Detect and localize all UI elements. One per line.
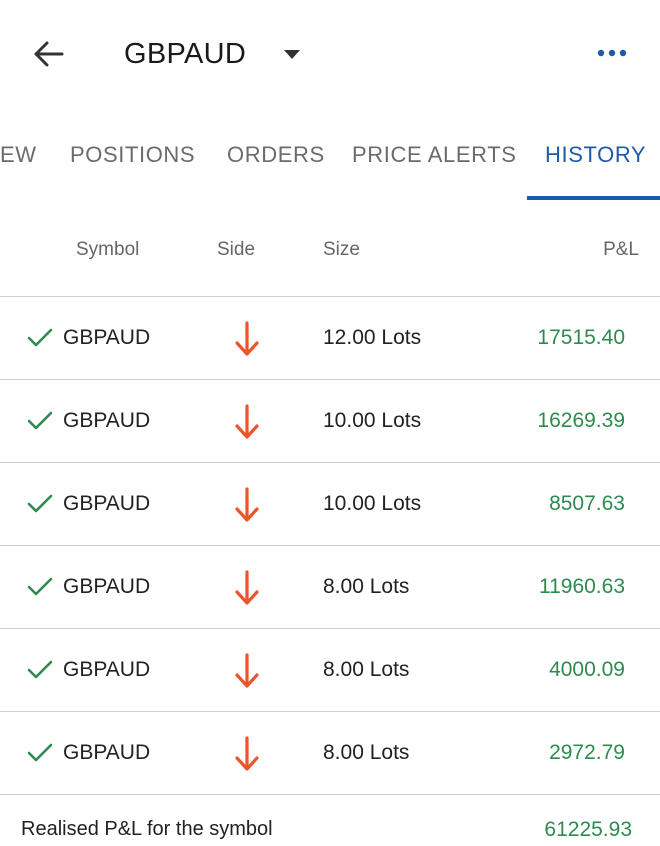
more-options-button[interactable] [592,38,632,68]
table-row[interactable]: GBPAUD 10.00 Lots 16269.39 [0,380,660,463]
row-size: 8.00 Lots [323,658,410,681]
checkmark-icon [27,411,53,430]
row-symbol: GBPAUD [63,326,151,349]
sell-arrow-icon [235,487,259,522]
table-row[interactable]: GBPAUD 8.00 Lots 11960.63 [0,546,660,629]
tab-overview[interactable]: EW [0,142,37,168]
row-pnl: 16269.39 [537,409,625,432]
row-pnl: 17515.40 [537,326,625,349]
table-row[interactable]: GBPAUD 8.00 Lots 4000.09 [0,629,660,712]
sell-arrow-icon [235,653,259,688]
sell-arrow-icon [235,321,259,356]
row-symbol: GBPAUD [63,658,151,681]
table-row[interactable]: GBPAUD 10.00 Lots 8507.63 [0,463,660,546]
realised-pnl-value: 61225.93 [544,818,632,841]
row-size: 8.00 Lots [323,741,410,764]
row-pnl: 8507.63 [549,492,625,515]
checkmark-icon [27,743,53,762]
checkmark-icon [27,494,53,513]
column-header-pnl: P&L [603,239,639,260]
tab-positions[interactable]: POSITIONS [70,142,195,168]
more-horizontal-icon [597,49,627,57]
row-pnl: 11960.63 [538,575,625,598]
row-size: 12.00 Lots [323,326,422,349]
table-row[interactable]: GBPAUD 8.00 Lots 2972.79 [0,712,660,795]
row-pnl: 4000.09 [549,658,625,681]
history-list: GBPAUD 12.00 Lots 17515.40 GBPAUD 10.00 … [0,297,660,795]
tab-bar: EW POSITIONS ORDERS PRICE ALERTS HISTORY [0,110,660,202]
row-pnl: 2972.79 [549,741,625,764]
sell-arrow-icon [235,404,259,439]
column-header-symbol: Symbol [76,239,140,260]
table-row[interactable]: GBPAUD 12.00 Lots 17515.40 [0,297,660,380]
symbol-selector[interactable]: GBPAUD [124,34,301,74]
history-screen: GBPAUD EW POSITIONS ORDERS PRICE ALERTS … [0,0,660,846]
back-button[interactable] [28,34,68,74]
sell-arrow-icon [235,570,259,605]
table-header: Symbol Side Size P&L [0,222,660,297]
row-size: 10.00 Lots [323,409,422,432]
arrow-left-icon [34,41,64,67]
column-header-size: Size [323,239,360,260]
row-size: 10.00 Lots [323,492,422,515]
checkmark-icon [27,328,53,347]
checkmark-icon [27,660,53,679]
caret-down-icon [284,49,301,59]
row-symbol: GBPAUD [63,575,151,598]
active-tab-indicator [527,196,660,200]
tab-orders[interactable]: ORDERS [227,142,325,168]
sell-arrow-icon [235,736,259,771]
page-title: GBPAUD [124,37,247,70]
column-header-side: Side [217,239,256,260]
app-header: GBPAUD [0,0,660,108]
checkmark-icon [27,577,53,596]
realised-pnl-summary: Realised P&L for the symbol 61225.93 [0,806,660,846]
row-symbol: GBPAUD [63,409,151,432]
tab-price-alerts[interactable]: PRICE ALERTS [352,142,517,168]
tab-history[interactable]: HISTORY [545,142,646,168]
row-symbol: GBPAUD [63,741,151,764]
row-symbol: GBPAUD [63,492,151,515]
realised-pnl-label: Realised P&L for the symbol [21,818,273,840]
row-size: 8.00 Lots [323,575,410,598]
